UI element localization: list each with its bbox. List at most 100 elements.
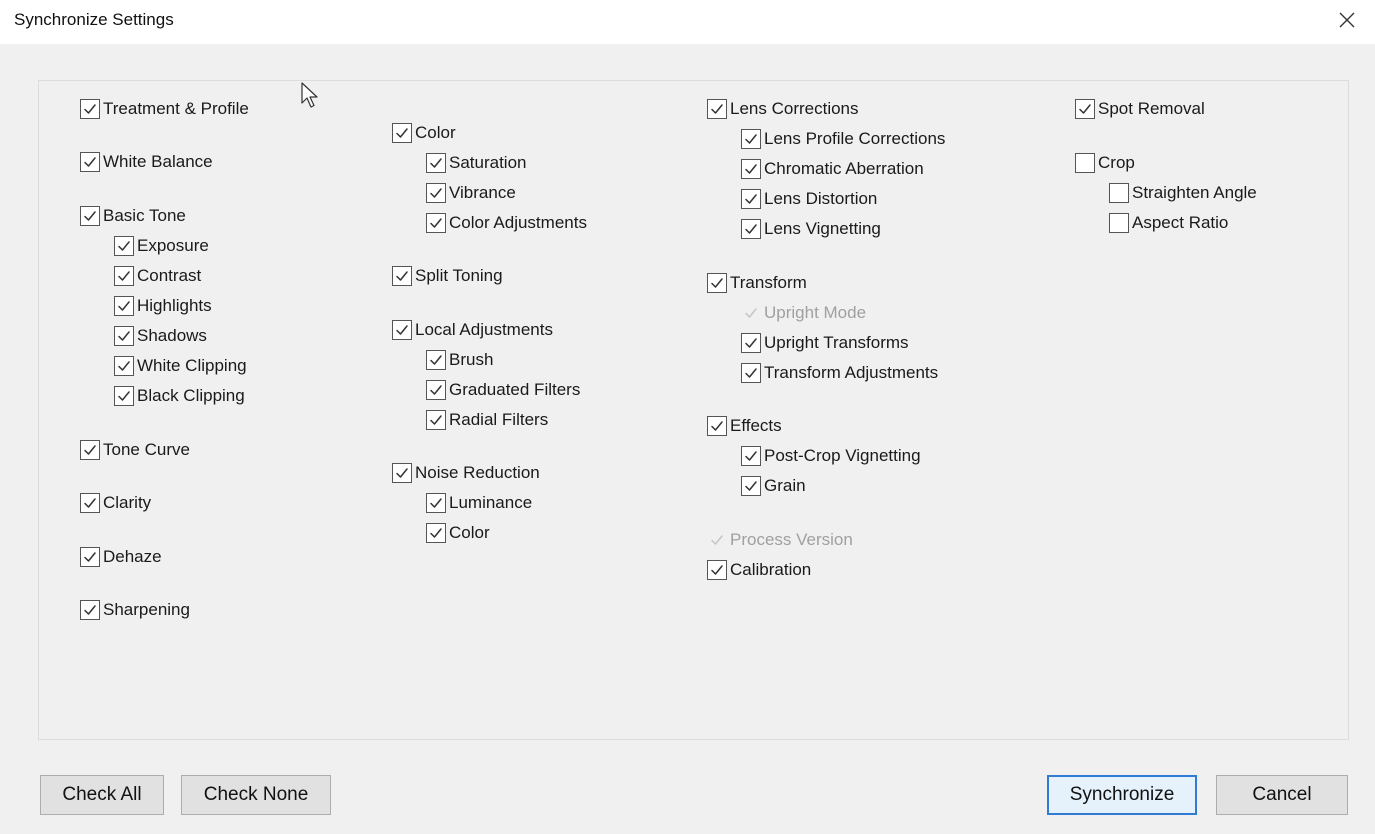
close-icon	[1339, 12, 1355, 28]
check-icon[interactable]	[392, 463, 412, 483]
check-icon[interactable]	[741, 333, 761, 353]
check-icon[interactable]	[114, 266, 134, 286]
checkbox-transform[interactable]: Transform	[707, 271, 807, 295]
check-icon[interactable]	[80, 206, 100, 226]
checkbox-label: Shadows	[137, 326, 207, 345]
check-icon[interactable]	[114, 236, 134, 256]
checkbox-label: Crop	[1098, 153, 1135, 172]
synchronize-settings-dialog: Synchronize Settings Treatment & Profile…	[0, 0, 1375, 834]
check-none-button[interactable]: Check None	[181, 775, 331, 815]
checkbox-treatment-and-profile[interactable]: Treatment & Profile	[80, 97, 249, 121]
check-icon[interactable]	[114, 326, 134, 346]
checkbox-aspect-ratio-sub[interactable]: Aspect Ratio	[1109, 211, 1228, 235]
check-icon[interactable]	[392, 266, 412, 286]
checkbox-lens-vignetting-sub[interactable]: Lens Vignetting	[741, 217, 881, 241]
checkbox-black-clipping-sub[interactable]: Black Clipping	[114, 384, 245, 408]
check-icon[interactable]	[707, 560, 727, 580]
check-icon[interactable]	[426, 153, 446, 173]
checkbox-effects[interactable]: Effects	[707, 414, 782, 438]
check-icon[interactable]	[114, 386, 134, 406]
checkbox-transform-adjustments-sub[interactable]: Transform Adjustments	[741, 361, 938, 385]
checkbox-lens-profile-corrections-sub[interactable]: Lens Profile Corrections	[741, 127, 945, 151]
checkbox-exposure-sub[interactable]: Exposure	[114, 234, 209, 258]
checkbox-contrast-sub[interactable]: Contrast	[114, 264, 201, 288]
checkbox-chromatic-aberration-sub[interactable]: Chromatic Aberration	[741, 157, 924, 181]
check-icon[interactable]	[426, 410, 446, 430]
check-icon[interactable]	[80, 99, 100, 119]
checkbox-local-adjustments[interactable]: Local Adjustments	[392, 318, 553, 342]
check-icon[interactable]	[114, 356, 134, 376]
check-icon[interactable]	[80, 493, 100, 513]
check-icon[interactable]	[707, 416, 727, 436]
checkbox-upright-transforms-sub[interactable]: Upright Transforms	[741, 331, 909, 355]
check-all-button[interactable]: Check All	[40, 775, 164, 815]
check-icon[interactable]	[707, 273, 727, 293]
checkbox-highlights-sub[interactable]: Highlights	[114, 294, 212, 318]
check-icon[interactable]	[426, 183, 446, 203]
checkbox-label: Treatment & Profile	[103, 99, 249, 118]
checkbox-label: Chromatic Aberration	[764, 159, 924, 178]
checkbox-empty-icon[interactable]	[1075, 153, 1095, 173]
checkbox-empty-icon[interactable]	[1109, 183, 1129, 203]
check-icon[interactable]	[707, 99, 727, 119]
checkbox-white-clipping-sub[interactable]: White Clipping	[114, 354, 247, 378]
check-icon[interactable]	[426, 213, 446, 233]
checkbox-dehaze[interactable]: Dehaze	[80, 545, 162, 569]
checkbox-luminance-sub[interactable]: Luminance	[426, 491, 532, 515]
checkbox-lens-corrections[interactable]: Lens Corrections	[707, 97, 859, 121]
checkbox-brush-sub[interactable]: Brush	[426, 348, 493, 372]
check-icon[interactable]	[426, 493, 446, 513]
checkbox-label: Color	[415, 123, 456, 142]
check-icon[interactable]	[80, 152, 100, 172]
checkbox-label: Straighten Angle	[1132, 183, 1257, 202]
check-icon[interactable]	[114, 296, 134, 316]
close-button[interactable]	[1331, 4, 1363, 36]
checkbox-clarity[interactable]: Clarity	[80, 491, 151, 515]
checkbox-grain-sub[interactable]: Grain	[741, 474, 806, 498]
checkbox-color-sub[interactable]: Color	[426, 521, 490, 545]
cancel-button[interactable]: Cancel	[1216, 775, 1348, 815]
checkbox-label: Calibration	[730, 560, 812, 579]
check-icon[interactable]	[741, 446, 761, 466]
checkbox-shadows-sub[interactable]: Shadows	[114, 324, 207, 348]
check-icon[interactable]	[1075, 99, 1095, 119]
checkbox-graduated-filters-sub[interactable]: Graduated Filters	[426, 378, 580, 402]
checkbox-white-balance[interactable]: White Balance	[80, 150, 213, 174]
check-icon[interactable]	[80, 440, 100, 460]
checkbox-color[interactable]: Color	[392, 121, 456, 145]
check-icon[interactable]	[741, 363, 761, 383]
check-icon	[707, 530, 727, 550]
check-icon[interactable]	[741, 189, 761, 209]
check-icon[interactable]	[741, 476, 761, 496]
checkbox-color-adjustments-sub[interactable]: Color Adjustments	[426, 211, 587, 235]
checkbox-vibrance-sub[interactable]: Vibrance	[426, 181, 516, 205]
check-icon[interactable]	[426, 350, 446, 370]
checkbox-label: Luminance	[449, 493, 533, 512]
synchronize-button[interactable]: Synchronize	[1047, 775, 1197, 815]
check-icon[interactable]	[392, 320, 412, 340]
checkbox-split-toning[interactable]: Split Toning	[392, 264, 503, 288]
checkbox-tone-curve[interactable]: Tone Curve	[80, 438, 190, 462]
check-icon	[741, 303, 761, 323]
checkbox-post-crop-vignetting-sub[interactable]: Post-Crop Vignetting	[741, 444, 921, 468]
check-icon[interactable]	[426, 380, 446, 400]
check-icon[interactable]	[392, 123, 412, 143]
check-icon[interactable]	[426, 523, 446, 543]
checkbox-empty-icon[interactable]	[1109, 213, 1129, 233]
checkbox-straighten-angle-sub[interactable]: Straighten Angle	[1109, 181, 1257, 205]
checkbox-radial-filters-sub[interactable]: Radial Filters	[426, 408, 548, 432]
checkbox-noise-reduction[interactable]: Noise Reduction	[392, 461, 540, 485]
checkbox-lens-distortion-sub[interactable]: Lens Distortion	[741, 187, 877, 211]
checkbox-label: Exposure	[137, 236, 209, 255]
check-icon[interactable]	[741, 129, 761, 149]
checkbox-crop[interactable]: Crop	[1075, 151, 1135, 175]
check-icon[interactable]	[80, 600, 100, 620]
checkbox-saturation-sub[interactable]: Saturation	[426, 151, 527, 175]
check-icon[interactable]	[80, 547, 100, 567]
checkbox-spot-removal[interactable]: Spot Removal	[1075, 97, 1205, 121]
checkbox-basic-tone[interactable]: Basic Tone	[80, 204, 186, 228]
check-icon[interactable]	[741, 159, 761, 179]
checkbox-calibration[interactable]: Calibration	[707, 558, 811, 582]
check-icon[interactable]	[741, 219, 761, 239]
checkbox-sharpening[interactable]: Sharpening	[80, 598, 190, 622]
